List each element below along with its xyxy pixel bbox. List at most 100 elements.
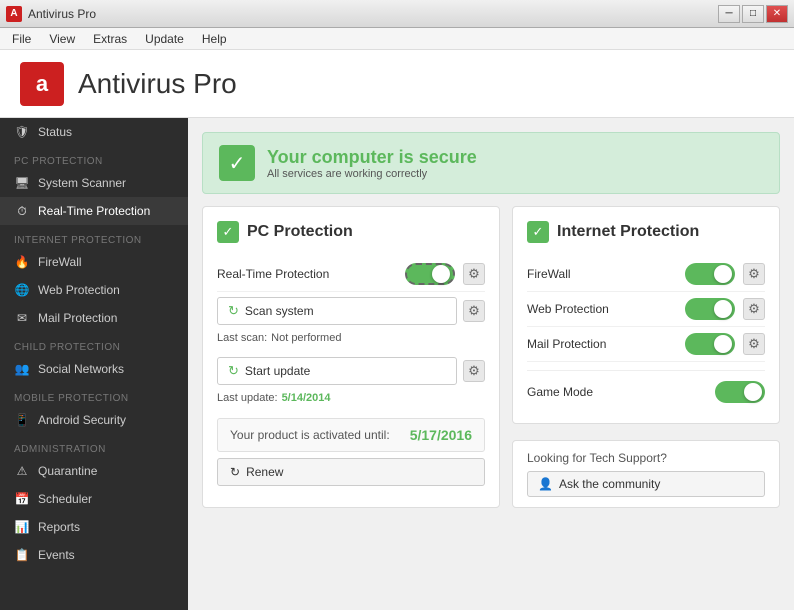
last-update-row: Last update: 5/14/2014 — [217, 390, 485, 412]
quarantine-icon: ⚠ — [14, 463, 30, 479]
shield-icon: 🛡 — [14, 124, 30, 140]
status-secure-text: Your computer is secure — [267, 147, 477, 168]
sidebar-scheduler-label: Scheduler — [38, 492, 92, 506]
pc-protection-title: PC Protection — [247, 223, 353, 241]
app-title: Antivirus Pro — [78, 68, 237, 100]
realtime-protection-label: Real-Time Protection — [217, 267, 397, 281]
menu-help[interactable]: Help — [194, 30, 235, 48]
sidebar-android-label: Android Security — [38, 413, 126, 427]
sidebar-realtime-label: Real-Time Protection — [38, 204, 150, 218]
menu-extras[interactable]: Extras — [85, 30, 135, 48]
sidebar-item-scheduler[interactable]: 📅 Scheduler — [0, 485, 188, 513]
last-update-text: Last update: — [217, 392, 278, 404]
pc-protection-panel: ✓ PC Protection Real-Time Protection ⚙ ↻… — [202, 206, 500, 508]
web-protection-toggle-row: Web Protection ⚙ — [527, 292, 765, 327]
app-header: a Antivirus Pro — [0, 50, 794, 118]
menu-bar: File View Extras Update Help — [0, 28, 794, 50]
game-mode-label: Game Mode — [527, 385, 707, 399]
tech-support-panel: Looking for Tech Support? 👤 Ask the comm… — [512, 440, 780, 508]
mail-icon: ✉ — [14, 310, 30, 326]
game-mode-toggle[interactable] — [715, 381, 765, 403]
content-area: ✓ Your computer is secure All services a… — [188, 118, 794, 610]
sidebar-item-mail-protection[interactable]: ✉ Mail Protection — [0, 304, 188, 332]
sidebar-section-internet: INTERNET PROTECTION — [0, 229, 188, 248]
scan-settings-button[interactable]: ⚙ — [463, 300, 485, 322]
last-scan-row: Last scan: Not performed — [217, 330, 485, 352]
sidebar-section-admin: ADMINISTRATION — [0, 438, 188, 457]
internet-protection-panel: ✓ Internet Protection FireWall ⚙ Web Pro… — [512, 206, 780, 424]
scan-icon: ↻ — [228, 303, 239, 319]
scan-action-row: ↻ Scan system ⚙ — [217, 292, 485, 330]
web-protection-toggle[interactable] — [685, 298, 735, 320]
sidebar-section-mobile: MOBILE PROTECTION — [0, 387, 188, 406]
realtime-protection-toggle[interactable] — [405, 263, 455, 285]
firewall-toggle-knob — [714, 265, 732, 283]
web-icon: 🌐 — [14, 282, 30, 298]
sidebar-item-realtime[interactable]: ⏱ Real-Time Protection — [0, 197, 188, 225]
web-protection-toggle-label: Web Protection — [527, 302, 677, 316]
menu-update[interactable]: Update — [137, 30, 192, 48]
sidebar: 🛡 Status PC PROTECTION 🖥 System Scanner … — [0, 118, 188, 610]
game-mode-toggle-knob — [744, 383, 762, 401]
community-button[interactable]: 👤 Ask the community — [527, 471, 765, 497]
title-bar: A Antivirus Pro ─ □ ✕ — [0, 0, 794, 28]
sidebar-section-pc: PC PROTECTION — [0, 150, 188, 169]
firewall-toggle[interactable] — [685, 263, 735, 285]
activated-row: Your product is activated until: 5/17/20… — [217, 418, 485, 452]
mail-protection-settings-button[interactable]: ⚙ — [743, 333, 765, 355]
sidebar-firewall-label: FireWall — [38, 255, 82, 269]
mail-protection-toggle[interactable] — [685, 333, 735, 355]
renew-label: Renew — [246, 465, 283, 479]
status-subtitle-text: All services are working correctly — [267, 168, 477, 180]
web-protection-toggle-knob — [714, 300, 732, 318]
tech-support-title: Looking for Tech Support? — [527, 451, 765, 465]
activated-date: 5/17/2016 — [410, 427, 472, 443]
menu-file[interactable]: File — [4, 30, 39, 48]
sidebar-item-system-scanner[interactable]: 🖥 System Scanner — [0, 169, 188, 197]
events-icon: 📋 — [14, 547, 30, 563]
sidebar-item-android[interactable]: 📱 Android Security — [0, 406, 188, 434]
web-protection-settings-button[interactable]: ⚙ — [743, 298, 765, 320]
firewall-settings-button[interactable]: ⚙ — [743, 263, 765, 285]
sidebar-item-firewall[interactable]: 🔥 FireWall — [0, 248, 188, 276]
internet-protection-check-icon: ✓ — [527, 221, 549, 243]
scanner-icon: 🖥 — [14, 175, 30, 191]
sidebar-scanner-label: System Scanner — [38, 176, 126, 190]
pc-protection-check-icon: ✓ — [217, 221, 239, 243]
last-scan-text: Last scan: — [217, 332, 267, 344]
right-column: ✓ Internet Protection FireWall ⚙ Web Pro… — [512, 206, 780, 508]
realtime-settings-button[interactable]: ⚙ — [463, 263, 485, 285]
update-label: Start update — [245, 364, 310, 378]
reports-icon: 📊 — [14, 519, 30, 535]
scheduler-icon: 📅 — [14, 491, 30, 507]
internet-protection-title: Internet Protection — [557, 223, 699, 241]
update-action-box: ↻ Start update — [217, 357, 457, 385]
close-button[interactable]: ✕ — [766, 5, 788, 23]
sidebar-social-label: Social Networks — [38, 362, 124, 376]
sidebar-item-status[interactable]: 🛡 Status — [0, 118, 188, 146]
mail-protection-toggle-label: Mail Protection — [527, 337, 677, 351]
maximize-button[interactable]: □ — [742, 5, 764, 23]
update-action-row: ↻ Start update ⚙ — [217, 352, 485, 390]
minimize-button[interactable]: ─ — [718, 5, 740, 23]
sidebar-mail-label: Mail Protection — [38, 311, 117, 325]
update-settings-button[interactable]: ⚙ — [463, 360, 485, 382]
sidebar-quarantine-label: Quarantine — [38, 464, 97, 478]
android-icon: 📱 — [14, 412, 30, 428]
sidebar-reports-label: Reports — [38, 520, 80, 534]
status-checkmark-icon: ✓ — [219, 145, 255, 181]
menu-view[interactable]: View — [41, 30, 83, 48]
window-controls: ─ □ ✕ — [718, 5, 788, 23]
sidebar-item-reports[interactable]: 📊 Reports — [0, 513, 188, 541]
sidebar-item-social-networks[interactable]: 👥 Social Networks — [0, 355, 188, 383]
sidebar-item-quarantine[interactable]: ⚠ Quarantine — [0, 457, 188, 485]
renew-button[interactable]: ↻ Renew — [217, 458, 485, 486]
sidebar-item-events[interactable]: 📋 Events — [0, 541, 188, 569]
panels-row: ✓ PC Protection Real-Time Protection ⚙ ↻… — [202, 206, 780, 508]
realtime-protection-row: Real-Time Protection ⚙ — [217, 257, 485, 292]
update-icon: ↻ — [228, 363, 239, 379]
sidebar-item-web-protection[interactable]: 🌐 Web Protection — [0, 276, 188, 304]
firewall-toggle-label: FireWall — [527, 267, 677, 281]
realtime-icon: ⏱ — [14, 203, 30, 219]
title-bar-text: Antivirus Pro — [28, 7, 96, 21]
